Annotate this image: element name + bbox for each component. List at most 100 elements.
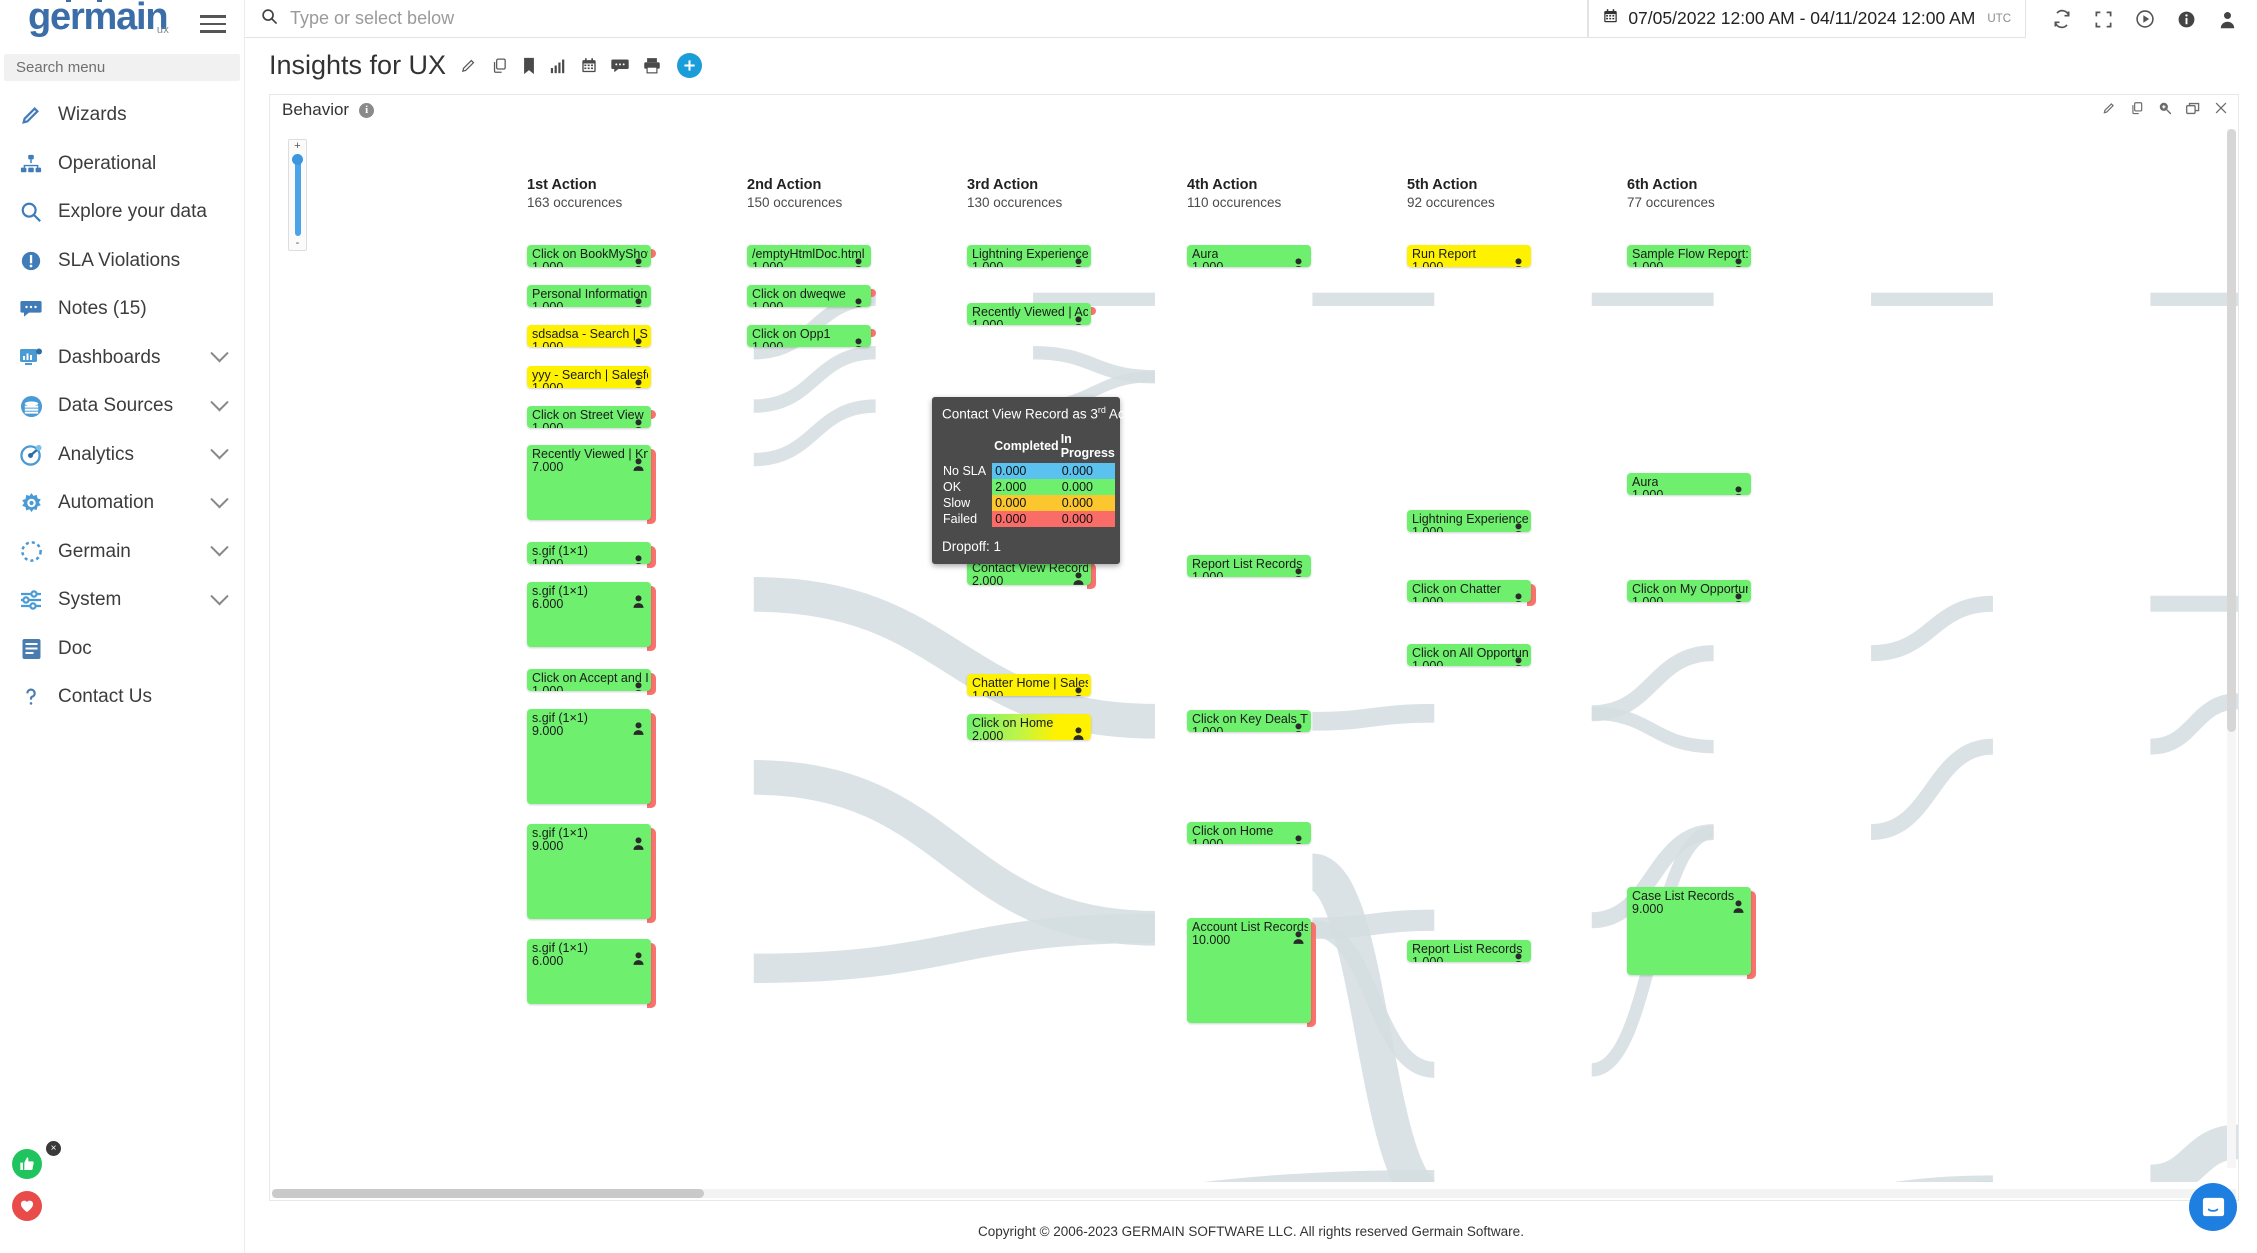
user-icon[interactable] [2218, 10, 2237, 29]
edit-icon[interactable] [2102, 101, 2116, 120]
user-icon [633, 338, 644, 347]
sankey-node[interactable]: s.gif (1×1)6.000 [527, 582, 651, 647]
chevron-down-icon[interactable] [210, 490, 228, 508]
sankey-node[interactable]: Aura1.000 [1187, 245, 1311, 267]
feedback-thumb-button[interactable] [12, 1149, 42, 1179]
sankey-node[interactable]: Aura1.000 [1627, 473, 1751, 495]
sankey-node[interactable]: Click on My Opportunitie...1.000 [1627, 580, 1751, 602]
sankey-node[interactable]: s.gif (1×1)9.000 [527, 824, 651, 919]
sankey-node[interactable]: Click on Chatter1.000 [1407, 580, 1531, 602]
sidebar-item-automation[interactable]: Automation [0, 479, 244, 528]
sidebar-item-data-sources[interactable]: Data Sources [0, 382, 244, 431]
calendar-icon[interactable] [581, 57, 597, 74]
bar-chart-icon[interactable] [550, 57, 567, 74]
sidebar-item-contact-us[interactable]: Contact Us [0, 673, 244, 722]
sankey-node[interactable]: Case List Records9.000 [1627, 887, 1751, 975]
node-value: 1.000 [532, 557, 563, 564]
tooltip-title-tail: Action [1106, 407, 1147, 422]
sankey-node[interactable]: Recently Viewed | Knowle...7.000 [527, 445, 651, 520]
zoom-slider[interactable]: + - [288, 139, 307, 251]
comment-icon[interactable] [611, 58, 629, 74]
edit-icon[interactable] [460, 57, 477, 74]
sidebar-item-doc[interactable]: Doc [0, 625, 244, 674]
sidebar-item-label: System [58, 589, 121, 611]
play-icon[interactable] [2135, 9, 2155, 29]
zoom-in-label[interactable]: + [294, 142, 300, 151]
search-input[interactable] [288, 7, 1482, 30]
vertical-scrollbar[interactable] [2227, 129, 2236, 1168]
close-icon[interactable]: × [46, 1141, 61, 1156]
sankey-node[interactable]: Account List Records10.000 [1187, 918, 1311, 1023]
sidebar-item-germain[interactable]: Germain [0, 528, 244, 577]
sankey-node[interactable]: Personal Information1.000 [527, 285, 651, 307]
zoom-handle[interactable] [292, 154, 303, 165]
sidebar-item-notes-15[interactable]: Notes (15) [0, 285, 244, 334]
copy-icon[interactable] [491, 57, 508, 74]
sankey-node[interactable]: sdsadsa - Search | Sales...1.000 [527, 325, 651, 347]
bookmark-icon[interactable] [522, 57, 536, 75]
sidebar-item-label: Automation [58, 492, 154, 514]
zoom-track[interactable] [295, 154, 301, 236]
info-icon[interactable] [2177, 10, 2196, 29]
sidebar-item-system[interactable]: System [0, 576, 244, 625]
sankey-node[interactable]: Click on Accept and Inst...1.000 [527, 669, 651, 691]
chevron-down-icon[interactable] [210, 587, 228, 605]
vertical-scroll-thumb[interactable] [2227, 129, 2236, 732]
add-icon[interactable] [677, 53, 702, 78]
sankey-node[interactable]: s.gif (1×1)6.000 [527, 939, 651, 1004]
user-icon [1513, 657, 1524, 666]
sankey-node[interactable]: Click on Home2.000 [967, 714, 1091, 740]
sidebar-search-input[interactable]: Search menu [4, 54, 240, 81]
info-icon[interactable]: i [359, 103, 374, 118]
date-range-picker[interactable]: 07/05/2022 12:00 AM - 04/11/2024 12:00 A… [1588, 0, 2026, 38]
close-icon[interactable] [2214, 101, 2228, 120]
copy-icon[interactable] [2130, 101, 2144, 120]
sidebar-item-operational[interactable]: Operational [0, 140, 244, 189]
sankey-node[interactable]: Report List Records1.000 [1187, 555, 1311, 577]
sankey-node[interactable]: Report List Records1.000 [1407, 940, 1531, 962]
tooltip-cell-completed: 0.000 [992, 511, 1059, 527]
sankey-node[interactable]: Click on Key Deals Trigg...1.000 [1187, 710, 1311, 732]
sankey-node[interactable]: /emptyHtmlDoc.html1.000 [747, 245, 871, 267]
chat-button[interactable] [2189, 1183, 2237, 1231]
node-value: 1.000 [532, 340, 563, 347]
sankey-node[interactable]: Lightning Experience | S...1.000 [1407, 510, 1531, 532]
sankey-node[interactable]: Recently Viewed | Accoun...1.000 [967, 303, 1091, 325]
global-search[interactable] [245, 0, 1588, 38]
node-value: 9.000 [532, 724, 563, 738]
chevron-down-icon[interactable] [210, 441, 228, 459]
sankey-node[interactable]: Click on BookMyShow: Mo...1.000 [527, 245, 651, 267]
sankey-node[interactable]: Click on dweqwe1.000 [747, 285, 871, 307]
app-logo[interactable]: germain ux [28, 0, 167, 39]
print-icon[interactable] [643, 57, 661, 74]
zoom-in-icon[interactable] [2158, 101, 2172, 120]
sankey-node[interactable]: Click on Home1.000 [1187, 822, 1311, 844]
chevron-down-icon[interactable] [210, 344, 228, 362]
sankey-node[interactable]: Sample Flow Report: Scre...1.000 [1627, 245, 1751, 267]
horizontal-scrollbar[interactable] [272, 1189, 2236, 1198]
sankey-node[interactable]: Click on Street View1.000 [527, 406, 651, 428]
sidebar-item-sla-violations[interactable]: SLA Violations [0, 237, 244, 286]
sankey-node[interactable]: Chatter Home | Salesforc...1.000 [967, 674, 1091, 696]
sidebar-item-wizards[interactable]: Wizards [0, 91, 244, 140]
sankey-canvas[interactable]: 1st Action163 occurences2nd Action150 oc… [270, 127, 2238, 1182]
sankey-node[interactable]: s.gif (1×1)1.000 [527, 542, 651, 564]
sankey-node[interactable]: Run Report1.000 [1407, 245, 1531, 267]
sidebar-item-dashboards[interactable]: Dashboards [0, 334, 244, 383]
chevron-down-icon[interactable] [210, 538, 228, 556]
refresh-icon[interactable] [2052, 9, 2072, 29]
heart-button[interactable] [12, 1191, 42, 1221]
sankey-node[interactable]: s.gif (1×1)9.000 [527, 709, 651, 804]
sankey-node[interactable]: Click on All Opportuniti...1.000 [1407, 644, 1531, 666]
horizontal-scroll-thumb[interactable] [272, 1189, 704, 1198]
sidebar-item-analytics[interactable]: Analytics [0, 431, 244, 480]
hamburger-menu-icon[interactable] [200, 10, 226, 38]
restore-icon[interactable] [2186, 102, 2200, 120]
sankey-node[interactable]: yyy - Search | Salesforc...1.000 [527, 366, 651, 388]
sidebar-item-explore-your-data[interactable]: Explore your data [0, 188, 244, 237]
chevron-down-icon[interactable] [210, 393, 228, 411]
sankey-node[interactable]: Lightning Experience | S...1.000 [967, 245, 1091, 267]
zoom-out-label[interactable]: - [296, 239, 300, 248]
sankey-node[interactable]: Click on Opp11.000 [747, 325, 871, 347]
fullscreen-icon[interactable] [2094, 10, 2113, 29]
